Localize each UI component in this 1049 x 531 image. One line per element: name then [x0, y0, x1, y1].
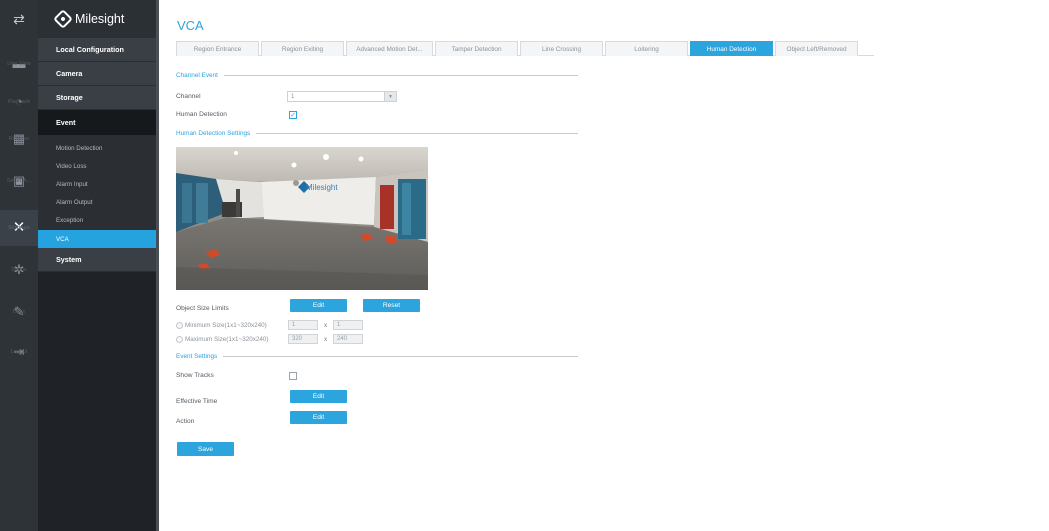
- section-event-settings: Event Settings: [176, 351, 578, 361]
- section-channel-event: Channel Event: [176, 70, 578, 80]
- event-submenu: Motion Detection Video Loss Alarm Input …: [38, 136, 156, 249]
- submenu-exception[interactable]: Exception: [38, 212, 156, 230]
- main-content: VCA Region Entrance Region Exiting Advan…: [162, 0, 1049, 531]
- human-detection-checkbox[interactable]: ✓: [289, 111, 297, 119]
- human-detection-label: Human Detection: [176, 111, 227, 118]
- max-size-radio[interactable]: [176, 336, 183, 343]
- submenu-alarm-input[interactable]: Alarm Input: [38, 175, 156, 193]
- rail-item-logs[interactable]: ✎ Logs: [0, 294, 38, 330]
- submenu-alarm-output[interactable]: Alarm Output: [38, 194, 156, 212]
- rail-item-live-view[interactable]: ▬ Live View: [0, 46, 38, 82]
- max-size-times: x: [324, 336, 328, 343]
- channel-label: Channel: [176, 93, 201, 100]
- vca-tabs: Region Entrance Region Exiting Advanced …: [176, 41, 874, 56]
- tab-region-entrance[interactable]: Region Entrance: [176, 41, 259, 56]
- channel-value: 1: [291, 93, 295, 100]
- effective-time-label: Effective Time: [176, 398, 218, 405]
- rail-item-status[interactable]: ✲ Status: [0, 252, 38, 288]
- min-size-width-input[interactable]: 1: [288, 320, 318, 330]
- show-tracks-label: Show Tracks: [176, 372, 214, 379]
- object-size-reset-button[interactable]: Reset: [363, 299, 420, 312]
- min-size-label: Minimum Size(1x1~320x240): [185, 322, 267, 329]
- chevron-down-icon: ▼: [384, 92, 396, 101]
- rail-item-smart-analytics[interactable]: ▣ Smart A...: [0, 163, 38, 199]
- menu-item-event[interactable]: Event: [38, 110, 156, 136]
- page-title: VCA: [177, 18, 204, 33]
- app-window: ⇄ ▬ Live View ◔ Playback ▦ Retrieve ▣ Sm…: [0, 0, 1049, 531]
- submenu-motion-detection[interactable]: Motion Detection: [38, 139, 156, 157]
- channel-select[interactable]: 1 ▼: [287, 91, 397, 102]
- rail-item-settings[interactable]: ✕ Settings: [0, 210, 38, 246]
- rail-item-logout[interactable]: ⇥ Logout: [0, 334, 38, 370]
- object-size-limits-label: Object Size Limits: [176, 305, 229, 312]
- min-size-times: x: [324, 322, 328, 329]
- rail-item-retrieve[interactable]: ▦ Retrieve: [0, 121, 38, 157]
- action-edit-button[interactable]: Edit: [290, 411, 347, 424]
- object-size-edit-button[interactable]: Edit: [290, 299, 347, 312]
- wall-logo-text: Milesight: [306, 183, 338, 192]
- preview-scene: Milesight: [176, 147, 428, 290]
- menu-item-storage[interactable]: Storage: [38, 86, 156, 110]
- show-tracks-checkbox[interactable]: [289, 372, 297, 380]
- menu-item-system[interactable]: System: [38, 248, 156, 273]
- max-size-label: Maximum Size(1x1~320x240): [185, 336, 269, 343]
- tab-line-crossing[interactable]: Line Crossing: [520, 41, 603, 56]
- brand-name: Milesight: [75, 12, 125, 26]
- tab-object-left-removed[interactable]: Object Left/Removed: [775, 41, 858, 56]
- milesight-logo-icon: [53, 9, 73, 29]
- save-button[interactable]: Save: [177, 442, 234, 456]
- tab-tamper-detection[interactable]: Tamper Detection: [435, 41, 518, 56]
- brand-bar: Milesight: [38, 0, 156, 38]
- icon-rail: ⇄ ▬ Live View ◔ Playback ▦ Retrieve ▣ Sm…: [0, 0, 38, 531]
- submenu-vca[interactable]: VCA: [38, 229, 156, 249]
- menu-toggle-icon[interactable]: ⇄: [0, 0, 38, 38]
- menu-item-local-configuration[interactable]: Local Configuration: [38, 38, 156, 62]
- tab-region-exiting[interactable]: Region Exiting: [261, 41, 344, 56]
- checkmark-icon: ✓: [290, 111, 296, 119]
- submenu-video-loss[interactable]: Video Loss: [38, 157, 156, 175]
- tab-loitering[interactable]: Loitering: [605, 41, 688, 56]
- min-size-height-input[interactable]: 1: [333, 320, 363, 330]
- section-human-detection-settings: Human Detection Settings: [176, 128, 578, 138]
- tab-human-detection[interactable]: Human Detection: [690, 41, 773, 56]
- rail-item-playback[interactable]: ◔ Playback: [0, 84, 38, 120]
- action-label: Action: [176, 418, 195, 425]
- max-size-width-input[interactable]: 320: [288, 334, 318, 344]
- effective-time-edit-button[interactable]: Edit: [290, 390, 347, 403]
- camera-preview[interactable]: Milesight: [176, 147, 428, 290]
- settings-menu: Milesight Local Configuration Camera Sto…: [38, 0, 159, 531]
- max-size-height-input[interactable]: 240: [333, 334, 363, 344]
- menu-item-camera[interactable]: Camera: [38, 62, 156, 86]
- tab-advanced-motion-detection[interactable]: Advanced Motion Det...: [346, 41, 433, 56]
- min-size-radio[interactable]: [176, 322, 183, 329]
